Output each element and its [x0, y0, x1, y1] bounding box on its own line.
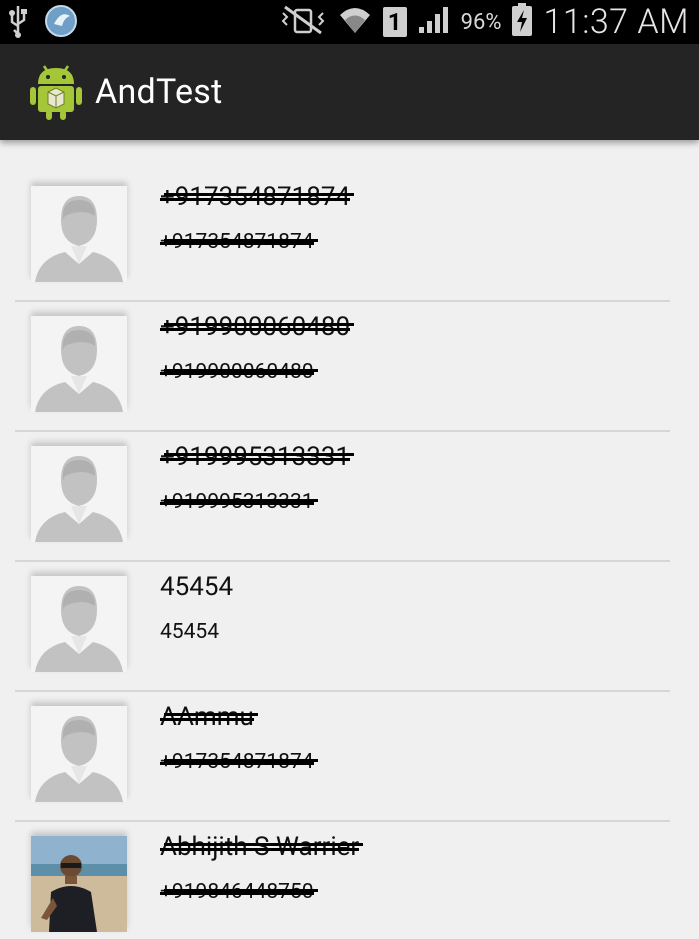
- mute-vibrate-icon: [279, 5, 327, 39]
- contact-row[interactable]: 45454 45454: [15, 530, 670, 672]
- contact-row[interactable]: +919900060480 +919900060480: [15, 270, 670, 412]
- status-bar: 1 96% 11:37 AM: [0, 0, 699, 44]
- action-bar: AndTest: [0, 44, 699, 140]
- status-time: 11:37 AM: [543, 2, 689, 42]
- contact-phone: +919900060480: [160, 360, 318, 384]
- contact-row[interactable]: Abhijith S Warrier +919846448750: [15, 790, 670, 932]
- default-avatar-icon: [31, 446, 127, 542]
- contact-phone: +919995313331: [160, 490, 318, 514]
- contact-name: +917354871874: [160, 182, 355, 212]
- sim-icon: 1: [382, 7, 407, 37]
- contact-phone: 45454: [160, 620, 220, 644]
- contact-phone: +919846448750: [160, 880, 318, 904]
- default-avatar-icon: [31, 576, 127, 672]
- contact-row[interactable]: +917354871874 +917354871874: [15, 140, 670, 282]
- default-avatar-icon: [31, 316, 127, 412]
- battery-percent: 96%: [460, 9, 502, 35]
- contact-row[interactable]: +919995313331 +919995313331: [15, 400, 670, 542]
- contact-phone: +917354871874: [160, 230, 318, 254]
- app-title: AndTest: [95, 72, 223, 112]
- contact-name: Abhijith S Warrier: [160, 832, 364, 862]
- default-avatar-icon: [31, 186, 127, 282]
- signal-icon: [417, 5, 451, 39]
- default-avatar-icon: [31, 706, 127, 802]
- battery-charging-icon: [511, 3, 533, 41]
- contact-name: AAmmu: [160, 702, 258, 732]
- browser-icon: [44, 4, 78, 42]
- contact-name: 45454: [160, 572, 234, 602]
- contact-phone: +917354871874: [160, 750, 318, 774]
- wifi-icon: [337, 3, 373, 41]
- contact-name: +919900060480: [160, 312, 355, 342]
- contact-name: +919995313331: [160, 442, 355, 472]
- contact-photo-avatar: [31, 836, 127, 932]
- contact-row[interactable]: AAmmu +917354871874: [15, 660, 670, 802]
- usb-icon: [6, 4, 30, 42]
- android-app-icon[interactable]: [28, 62, 84, 122]
